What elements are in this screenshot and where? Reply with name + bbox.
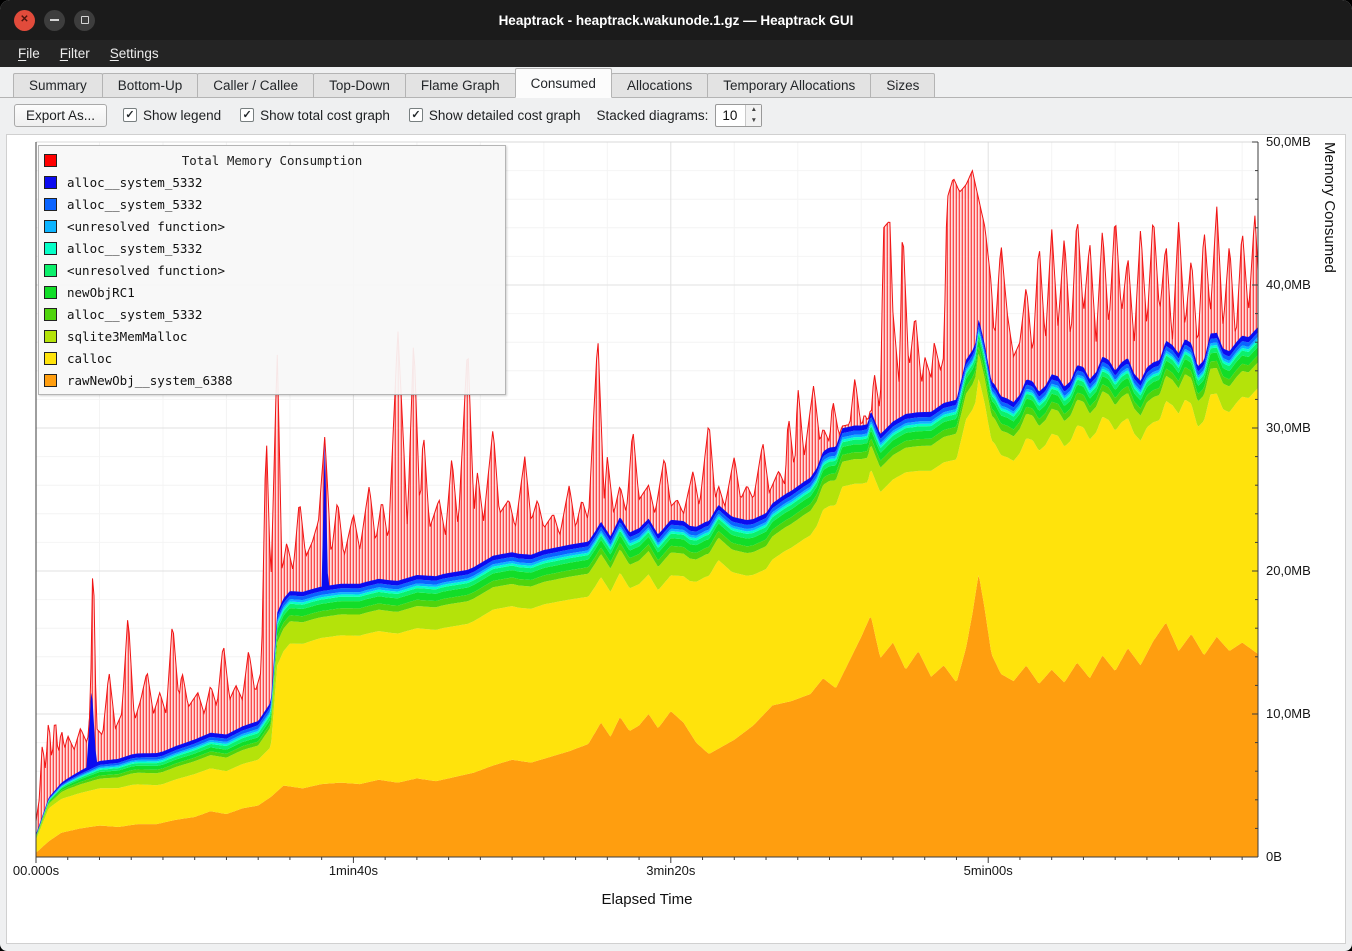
tab-sizes[interactable]: Sizes — [870, 73, 935, 98]
legend-entry: sqlite3MemMalloc — [44, 325, 500, 347]
check-icon: ✓ — [411, 110, 420, 121]
tab-flame-graph[interactable]: Flame Graph — [405, 73, 516, 98]
checkbox-label: Show legend — [143, 108, 221, 123]
y-tick-label: 50,0MB — [1266, 135, 1311, 149]
chart-legend: Total Memory Consumption alloc__system_5… — [38, 145, 506, 395]
legend-entry: alloc__system_5332 — [44, 237, 500, 259]
legend-swatch — [44, 264, 57, 277]
tab-bar: SummaryBottom-UpCaller / CalleeTop-DownF… — [0, 67, 1352, 98]
legend-entry-label: calloc — [67, 351, 112, 366]
y-axis-title: Memory Consumed — [1321, 142, 1338, 857]
legend-entry: rawNewObj__system_6388 — [44, 369, 500, 391]
legend-entry-label: <unresolved function> — [67, 219, 225, 234]
legend-entry-label: sqlite3MemMalloc — [67, 329, 187, 344]
checkbox-group: ✓ Show legend ✓ Show total cost graph ✓ Show … — [123, 108, 581, 123]
tab-bottom-up[interactable]: Bottom-Up — [102, 73, 199, 98]
checkbox-label: Show detailed cost graph — [429, 108, 581, 123]
tab-temporary-allocations[interactable]: Temporary Allocations — [707, 73, 871, 98]
x-tick-label: 1min40s — [329, 863, 379, 878]
window-controls: ✕ — [14, 0, 95, 40]
legend-entry-label: alloc__system_5332 — [67, 241, 202, 256]
checkbox-show-total-cost-graph[interactable]: ✓ Show total cost graph — [240, 108, 390, 123]
stacked-diagrams-control: Stacked diagrams: 10 ▲ ▼ — [597, 104, 763, 127]
y-tick-label: 0B — [1266, 849, 1282, 864]
app-window: ✕ Heaptrack - heaptrack.wakunode.1.gz — … — [0, 0, 1352, 951]
y-tick-label: 30,0MB — [1266, 420, 1311, 435]
legend-title: Total Memory Consumption — [44, 153, 500, 168]
legend-entry-label: alloc__system_5332 — [67, 197, 202, 212]
spin-down-button[interactable]: ▼ — [746, 115, 761, 126]
legend-entry: alloc__system_5332 — [44, 193, 500, 215]
export-as-button[interactable]: Export As... — [14, 104, 107, 127]
y-tick-label: 40,0MB — [1266, 277, 1311, 292]
checkbox-show-legend[interactable]: ✓ Show legend — [123, 108, 221, 123]
stacked-diagrams-value[interactable]: 10 — [716, 105, 745, 126]
minimize-button[interactable] — [44, 10, 65, 31]
x-tick-label: 00.000s — [13, 863, 60, 878]
tab-allocations[interactable]: Allocations — [611, 73, 708, 98]
check-icon: ✓ — [125, 110, 134, 121]
legend-entry: newObjRC1 — [44, 281, 500, 303]
stacked-diagrams-spinbox[interactable]: 10 ▲ ▼ — [715, 104, 762, 127]
x-tick-label: 5min00s — [964, 863, 1014, 878]
checkbox-box[interactable]: ✓ — [123, 108, 137, 122]
stacked-diagrams-label: Stacked diagrams: — [597, 108, 709, 123]
legend-swatch — [44, 198, 57, 211]
checkbox-show-detailed-cost-graph[interactable]: ✓ Show detailed cost graph — [409, 108, 581, 123]
legend-entry-label: rawNewObj__system_6388 — [67, 373, 233, 388]
maximize-button[interactable] — [74, 10, 95, 31]
chart-panel: 00.000s 1min40s 3min20s 5min00s 0B 10,0MB 20,0… — [6, 134, 1346, 944]
menu-item-file[interactable]: File — [8, 40, 50, 67]
legend-title-row: Total Memory Consumption — [44, 149, 500, 171]
legend-entry-label: alloc__system_5332 — [67, 307, 202, 322]
tab-summary[interactable]: Summary — [13, 73, 103, 98]
legend-entry: calloc — [44, 347, 500, 369]
spin-up-button[interactable]: ▲ — [746, 105, 761, 116]
tab-top-down[interactable]: Top-Down — [313, 73, 406, 98]
legend-swatch — [44, 220, 57, 233]
close-icon: ✕ — [20, 15, 28, 25]
legend-swatch — [44, 286, 57, 299]
legend-swatch — [44, 176, 57, 189]
checkbox-box[interactable]: ✓ — [240, 108, 254, 122]
window-title: Heaptrack - heaptrack.wakunode.1.gz — He… — [499, 13, 854, 28]
legend-swatch — [44, 330, 57, 343]
check-icon: ✓ — [242, 110, 251, 121]
y-tick-label: 10,0MB — [1266, 706, 1311, 721]
spinner-buttons: ▲ ▼ — [745, 105, 761, 126]
legend-entry: <unresolved function> — [44, 259, 500, 281]
legend-entry-label: newObjRC1 — [67, 285, 135, 300]
legend-swatch — [44, 308, 57, 321]
legend-entries: alloc__system_5332 alloc__system_5332 <unr… — [44, 171, 500, 391]
checkbox-label: Show total cost graph — [260, 108, 390, 123]
menu-item-filter[interactable]: Filter — [50, 40, 100, 67]
close-button[interactable]: ✕ — [14, 10, 35, 31]
menu-bar: FileFilterSettings — [0, 40, 1352, 67]
legend-swatch — [44, 242, 57, 255]
legend-entry-label: alloc__system_5332 — [67, 175, 202, 190]
legend-swatch — [44, 374, 57, 387]
legend-entry: alloc__system_5332 — [44, 303, 500, 325]
legend-entry: <unresolved function> — [44, 215, 500, 237]
titlebar: ✕ Heaptrack - heaptrack.wakunode.1.gz — … — [0, 0, 1352, 40]
y-tick-label: 20,0MB — [1266, 563, 1311, 578]
maximize-icon — [81, 16, 89, 24]
legend-swatch — [44, 352, 57, 365]
toolbar: Export As... ✓ Show legend ✓ Show total cos… — [0, 98, 1352, 132]
checkbox-box[interactable]: ✓ — [409, 108, 423, 122]
minimize-icon — [50, 19, 59, 21]
legend-entry: alloc__system_5332 — [44, 171, 500, 193]
tab-caller-callee[interactable]: Caller / Callee — [197, 73, 314, 98]
x-axis-title: Elapsed Time — [36, 891, 1258, 908]
legend-entry-label: <unresolved function> — [67, 263, 225, 278]
tab-consumed[interactable]: Consumed — [515, 68, 612, 98]
x-tick-label: 3min20s — [646, 863, 696, 878]
menu-item-settings[interactable]: Settings — [100, 40, 169, 67]
